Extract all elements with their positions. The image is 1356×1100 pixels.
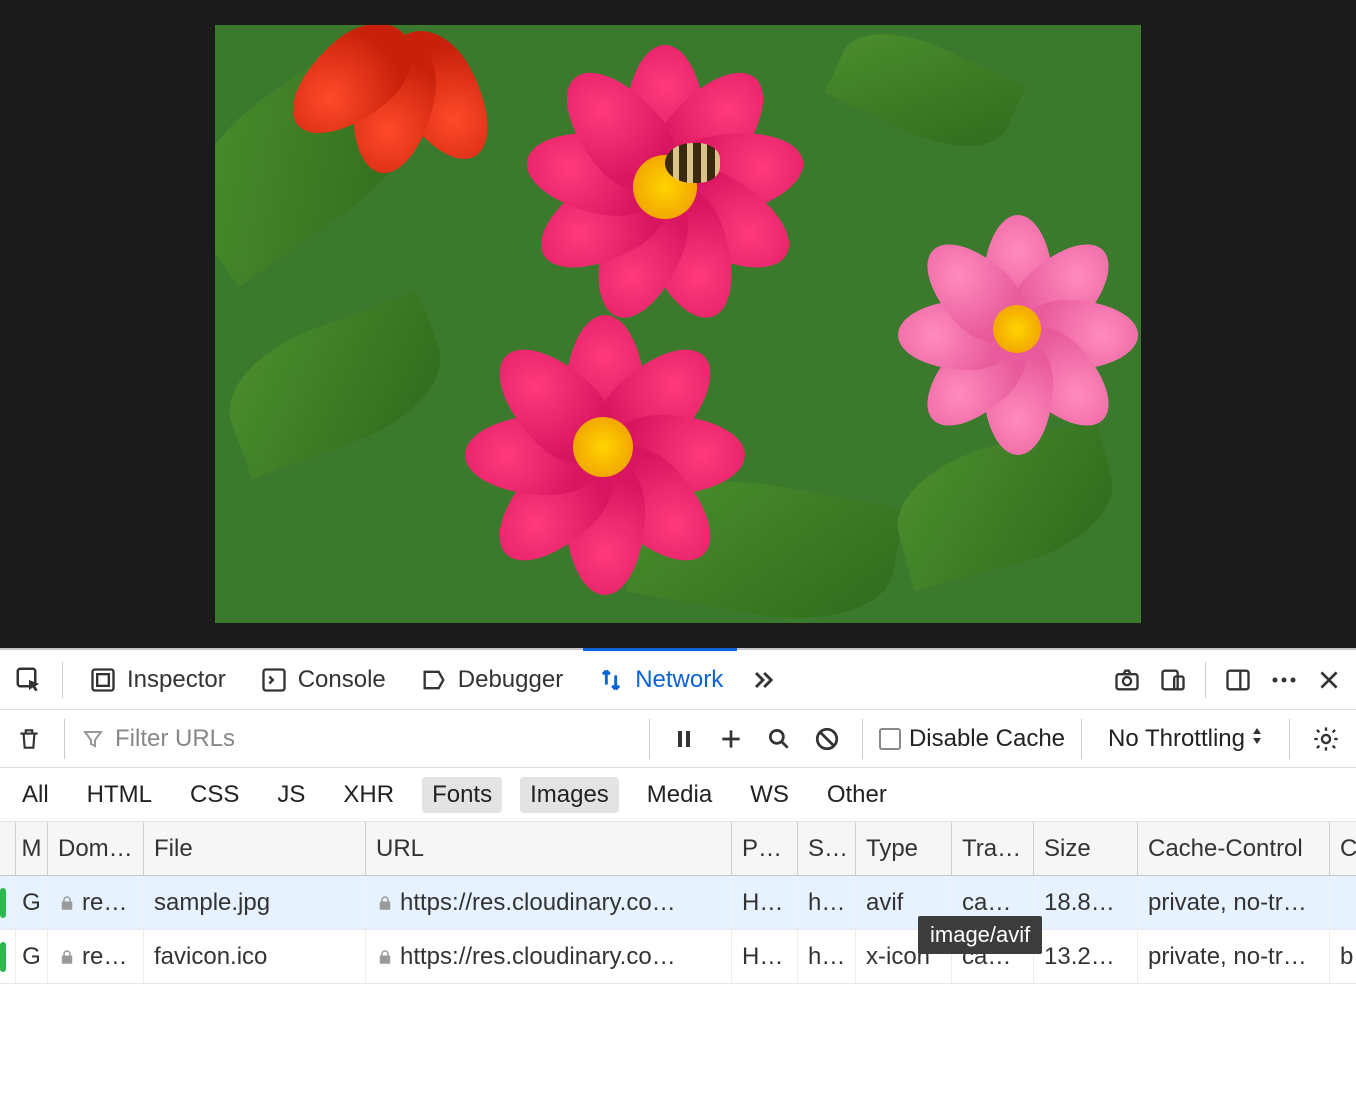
lock-icon	[376, 894, 394, 912]
tab-network[interactable]: Network	[583, 660, 737, 700]
select-arrows-icon	[1251, 726, 1263, 751]
status-indicator	[0, 930, 16, 983]
add-icon[interactable]	[712, 720, 750, 758]
table-row[interactable]: Gre…sample.jpghttps://res.cloudinary.co……	[0, 876, 1356, 930]
filter-url-wrap[interactable]	[81, 725, 581, 753]
col-type[interactable]: Type	[856, 822, 952, 875]
filter-url-input[interactable]	[115, 725, 415, 753]
tab-label: Console	[298, 666, 386, 694]
devtools-toolbar: Inspector Console Debugger Network	[0, 650, 1356, 710]
screenshot-icon[interactable]	[1107, 660, 1147, 700]
block-icon[interactable]	[808, 720, 846, 758]
filter-all[interactable]: All	[12, 777, 59, 813]
devtools-panel: Inspector Console Debugger Network	[0, 648, 1356, 984]
lock-icon	[58, 894, 76, 912]
pick-element-icon[interactable]	[8, 659, 50, 701]
col-method[interactable]: M	[16, 822, 48, 875]
filter-media[interactable]: Media	[637, 777, 722, 813]
overflow-tabs-icon[interactable]	[743, 660, 783, 700]
close-devtools-icon[interactable]	[1310, 661, 1348, 699]
col-last[interactable]: C	[1330, 822, 1356, 875]
settings-icon[interactable]	[1306, 719, 1346, 759]
filter-xhr[interactable]: XHR	[333, 777, 404, 813]
cell-file: sample.jpg	[144, 876, 366, 929]
col-file[interactable]: File	[144, 822, 366, 875]
tab-label: Network	[635, 666, 723, 694]
dock-side-icon[interactable]	[1218, 660, 1258, 700]
cell-last	[1330, 876, 1356, 929]
lock-icon	[58, 948, 76, 966]
search-icon[interactable]	[760, 720, 798, 758]
lock-icon	[376, 948, 394, 966]
content-image	[215, 25, 1141, 623]
col-cache-control[interactable]: Cache-Control	[1138, 822, 1330, 875]
col-size[interactable]: Size	[1034, 822, 1138, 875]
checkbox-icon	[879, 728, 901, 750]
filter-html[interactable]: HTML	[77, 777, 162, 813]
type-tooltip: image/avif	[918, 916, 1042, 954]
table-row[interactable]: Gre…favicon.icohttps://res.cloudinary.co…	[0, 930, 1356, 984]
cell-last: b	[1330, 930, 1356, 983]
col-url[interactable]: URL	[366, 822, 732, 875]
network-table-header: M Dom… File URL P… S… Type Tra… Size Cac…	[0, 822, 1356, 876]
cell-protocol: H…	[732, 930, 798, 983]
disable-cache-label: Disable Cache	[909, 725, 1065, 753]
throttling-label: No Throttling	[1108, 725, 1245, 753]
cell-cache-control: private, no-tr…	[1138, 876, 1330, 929]
cell-size: 18.8…	[1034, 876, 1138, 929]
throttling-select[interactable]: No Throttling	[1098, 725, 1273, 753]
page-viewport	[0, 0, 1356, 648]
filter-fonts[interactable]: Fonts	[422, 777, 502, 813]
pause-icon[interactable]	[666, 720, 702, 758]
network-icon	[597, 666, 625, 694]
col-indicator[interactable]	[0, 822, 16, 875]
more-menu-icon[interactable]	[1264, 669, 1304, 691]
col-domain[interactable]: Dom…	[48, 822, 144, 875]
inspector-icon	[89, 666, 117, 694]
divider	[62, 662, 63, 698]
cell-scheme: h…	[798, 876, 856, 929]
tab-debugger[interactable]: Debugger	[406, 660, 577, 700]
divider	[1205, 662, 1206, 698]
tab-label: Debugger	[458, 666, 563, 694]
cell-url: https://res.cloudinary.co…	[366, 876, 732, 929]
network-subbar: Disable Cache No Throttling	[0, 710, 1356, 768]
type-filter-bar: All HTML CSS JS XHR Fonts Images Media W…	[0, 768, 1356, 822]
tab-label: Inspector	[127, 666, 226, 694]
cell-protocol: H…	[732, 876, 798, 929]
cell-size: 13.2…	[1034, 930, 1138, 983]
cell-domain: re…	[48, 876, 144, 929]
cell-scheme: h…	[798, 930, 856, 983]
clear-icon[interactable]	[10, 720, 48, 758]
filter-ws[interactable]: WS	[740, 777, 799, 813]
col-transferred[interactable]: Tra…	[952, 822, 1034, 875]
tab-console[interactable]: Console	[246, 660, 400, 700]
cell-url: https://res.cloudinary.co…	[366, 930, 732, 983]
col-scheme[interactable]: S…	[798, 822, 856, 875]
cell-method: G	[16, 876, 48, 929]
funnel-icon	[81, 727, 105, 751]
network-table-body: Gre…sample.jpghttps://res.cloudinary.co……	[0, 876, 1356, 984]
cell-file: favicon.ico	[144, 930, 366, 983]
filter-css[interactable]: CSS	[180, 777, 249, 813]
col-protocol[interactable]: P…	[732, 822, 798, 875]
tab-inspector[interactable]: Inspector	[75, 660, 240, 700]
cell-method: G	[16, 930, 48, 983]
filter-other[interactable]: Other	[817, 777, 897, 813]
filter-images[interactable]: Images	[520, 777, 619, 813]
console-icon	[260, 666, 288, 694]
responsive-design-icon[interactable]	[1153, 660, 1193, 700]
status-indicator	[0, 876, 16, 929]
cell-domain: re…	[48, 930, 144, 983]
filter-js[interactable]: JS	[267, 777, 315, 813]
debugger-icon	[420, 666, 448, 694]
disable-cache-toggle[interactable]: Disable Cache	[879, 725, 1065, 753]
cell-cache-control: private, no-tr…	[1138, 930, 1330, 983]
